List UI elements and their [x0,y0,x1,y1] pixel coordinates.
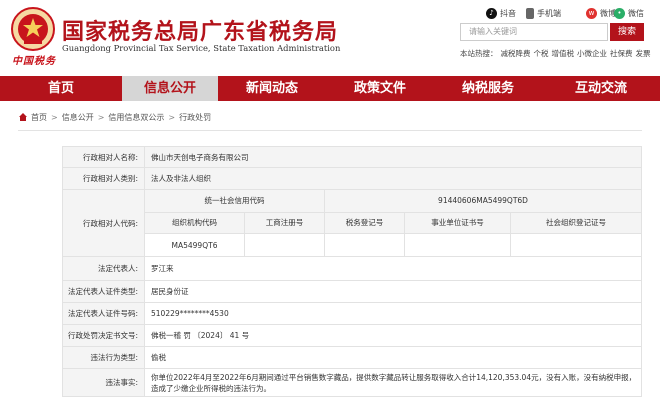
field-value-doc-no: 佛税一稽 罚 〔2024〕 41 号 [151,331,250,340]
field-label: 违法行为类型: [63,347,145,368]
uscc-label: 统一社会信用代码 [145,190,325,212]
field-value-violation-type: 偷税 [151,353,166,362]
field-label: 法定代表人证件号码: [63,303,145,324]
table-row: 行政相对人名称: 佛山市天创电子商务有限公司 [62,146,642,168]
breadcrumb: 首页 > 信息公开 > 信用信息双公示 > 行政处罚 [18,110,211,124]
code-value [325,234,405,256]
uscc-row: 统一社会信用代码 91440606MA5499QT6D [145,190,641,212]
douyin-label: 抖音 [500,8,516,18]
breadcrumb-divider [18,130,642,131]
weibo-icon: w [586,7,597,19]
site-title[interactable]: 国家税务总局广东省税务局 [62,14,338,46]
breadcrumb-separator: > [97,112,105,122]
uscc-value: 91440606MA5499QT6D [438,196,528,206]
penalty-detail-table: 行政相对人名称: 佛山市天创电子商务有限公司 行政相对人类别: 法人及非法人组织… [62,146,642,397]
code-block: 统一社会信用代码 91440606MA5499QT6D 组织机构代码 工商注册号… [145,190,641,256]
code-value [405,234,511,256]
field-value-type: 法人及非法人组织 [151,174,211,183]
code-header: 税务登记号 [325,212,405,234]
hot-term[interactable]: 社保费 [610,49,633,58]
code-value [511,234,641,256]
douyin-icon: ♪ [486,7,497,19]
table-row: 法定代表人证件类型: 居民身份证 [62,281,642,303]
wechat-label: 微信 [628,8,644,18]
search-input[interactable]: 请输入关键词 [460,23,608,41]
breadcrumb-credit[interactable]: 信用信息双公示 [108,112,164,123]
search-button[interactable]: 搜索 [610,23,644,41]
breadcrumb-separator: > [51,112,58,122]
table-row: 违法事实: 你单位2022年4月至2022年6月期间通过平台销售数字藏品，提供数… [62,369,642,397]
main-nav: 首页 信息公开 新闻动态 政策文件 纳税服务 互动交流 [0,76,660,101]
table-row: 法定代表人证件号码: 510229********4530 [62,303,642,325]
wechat-icon: • [614,7,625,19]
table-row: 违法行为类型: 偷税 [62,347,642,369]
nav-info-disclosure[interactable]: 信息公开 [122,76,218,101]
hot-term[interactable]: 个税 [534,49,549,58]
code-value-row: MA5499QT6 [145,233,641,256]
breadcrumb-home[interactable]: 首页 [31,112,47,123]
field-value-legal-rep: 罗江来 [151,264,174,273]
nav-tax-service[interactable]: 纳税服务 [434,76,542,101]
breadcrumb-separator: > [168,112,176,122]
nav-policy[interactable]: 政策文件 [326,76,434,101]
field-label: 行政处罚决定书文号: [63,325,145,346]
field-label: 违法事实: [63,369,145,396]
field-label: 法定代表人证件类型: [63,281,145,302]
code-header: 事业单位证书号 [405,212,511,234]
field-value-id-type: 居民身份证 [151,287,189,296]
nav-news[interactable]: 新闻动态 [218,76,326,101]
field-label: 行政相对人类别: [63,168,145,189]
hot-search-label: 本站热搜： [460,49,498,58]
site-subtitle: Guangdong Provincial Tax Service, State … [62,43,341,53]
hot-term[interactable]: 增值税 [552,49,575,58]
breadcrumb-info[interactable]: 信息公开 [62,112,94,123]
weibo-link[interactable]: w 微博 [586,6,616,20]
code-header: 社会组织登记证号 [546,218,606,228]
table-row: 行政处罚决定书文号: 佛税一稽 罚 〔2024〕 41 号 [62,325,642,347]
site-header: 中国税务 国家税务总局广东省税务局 Guangdong Provincial T… [0,0,660,76]
hot-search: 本站热搜： 减税降费 个税 增值税 小微企业 社保费 发票 [460,48,656,59]
tax-emblem-icon [11,7,55,51]
table-row: 行政相对人代码: 统一社会信用代码 91440606MA5499QT6D 组织机… [62,190,642,257]
mobile-link[interactable]: 手机端 [526,6,561,20]
mobile-icon [526,7,534,19]
nav-interaction[interactable]: 互动交流 [542,76,660,101]
breadcrumb-penalty[interactable]: 行政处罚 [179,112,211,123]
home-icon [19,113,27,121]
mobile-label: 手机端 [537,8,561,18]
table-row: 行政相对人类别: 法人及非法人组织 [62,168,642,190]
logo-script-text: 中国税务 [12,56,56,67]
table-row: 法定代表人: 罗江来 [62,257,642,281]
hot-term[interactable]: 减税降费 [501,49,531,58]
code-header: 工商注册号 [245,212,325,234]
code-header: 组织机构代码 [145,212,245,234]
field-value-id-no: 510229********4530 [151,309,229,318]
field-label: 行政相对人名称: [63,147,145,167]
hot-term[interactable]: 发票 [636,49,651,58]
wechat-link[interactable]: • 微信 [614,6,644,20]
field-value-facts: 你单位2022年4月至2022年6月期间通过平台销售数字藏品，提供数字藏品转让服… [151,372,637,393]
field-label: 法定代表人: [63,257,145,280]
code-header-row: 组织机构代码 工商注册号 税务登记号 事业单位证书号 社会组织登记证号 [145,211,641,234]
douyin-link[interactable]: ♪ 抖音 [486,6,516,20]
nav-home[interactable]: 首页 [0,76,122,101]
field-label: 行政相对人代码: [63,190,145,256]
code-value [245,234,325,256]
code-value: MA5499QT6 [145,234,245,256]
field-value-name: 佛山市天创电子商务有限公司 [151,152,249,162]
hot-term[interactable]: 小微企业 [577,49,607,58]
